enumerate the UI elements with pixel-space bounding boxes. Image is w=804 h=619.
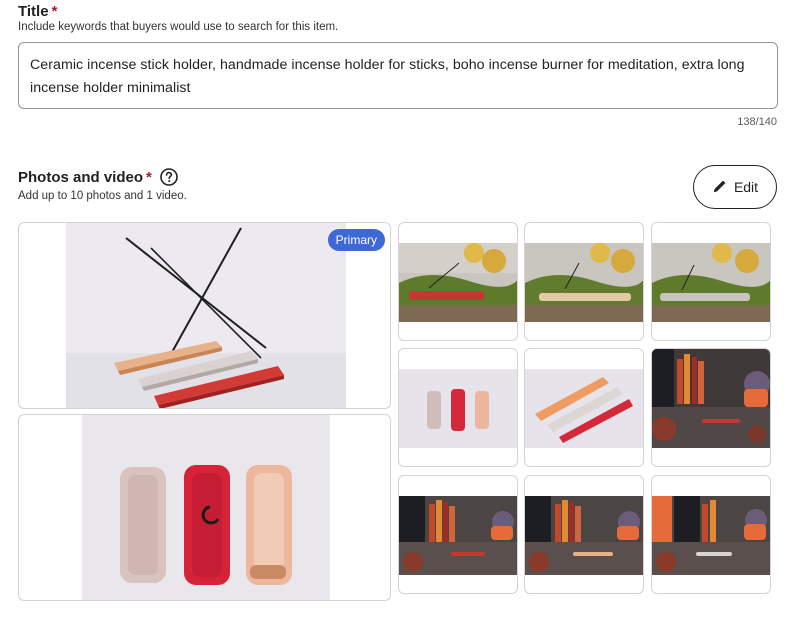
product-photo	[652, 243, 770, 322]
photos-label: Photos and video	[18, 168, 144, 186]
product-photo	[525, 496, 643, 575]
product-photo	[399, 243, 517, 322]
character-counter: 138/140	[737, 116, 777, 128]
product-photo	[66, 223, 346, 408]
edit-button-label: Edit	[733, 179, 759, 195]
product-photo	[652, 496, 770, 575]
photo-tile[interactable]	[18, 414, 391, 601]
required-asterisk: *	[146, 168, 152, 186]
photo-tile[interactable]	[398, 475, 518, 594]
photo-tile[interactable]	[524, 222, 644, 341]
product-photo	[399, 369, 517, 448]
product-photo	[525, 369, 643, 448]
title-label: Title	[18, 3, 49, 20]
title-help-text: Include keywords that buyers would use t…	[18, 21, 339, 33]
photos-help-text: Add up to 10 photos and 1 video.	[18, 190, 187, 202]
edit-photos-button[interactable]: Edit	[693, 165, 777, 209]
photos-heading: Photos and video *	[18, 168, 178, 186]
photo-tile[interactable]	[651, 348, 771, 467]
photo-tile-primary[interactable]: Primary	[18, 222, 391, 409]
photo-tile[interactable]	[398, 348, 518, 467]
pencil-icon	[712, 178, 728, 197]
required-asterisk: *	[51, 3, 58, 20]
product-photo	[399, 496, 517, 575]
product-photo	[525, 243, 643, 322]
question-circle-icon[interactable]	[160, 168, 178, 186]
photo-tile[interactable]	[398, 222, 518, 341]
photo-tile[interactable]	[524, 475, 644, 594]
photo-tile[interactable]	[651, 475, 771, 594]
product-photo	[652, 349, 770, 448]
primary-badge: Primary	[327, 229, 385, 251]
photo-tile[interactable]	[651, 222, 771, 341]
title-heading: Title *	[18, 3, 57, 20]
title-input[interactable]: Ceramic incense stick holder, handmade i…	[18, 42, 778, 109]
product-photo	[82, 415, 330, 600]
photo-tile[interactable]	[524, 348, 644, 467]
